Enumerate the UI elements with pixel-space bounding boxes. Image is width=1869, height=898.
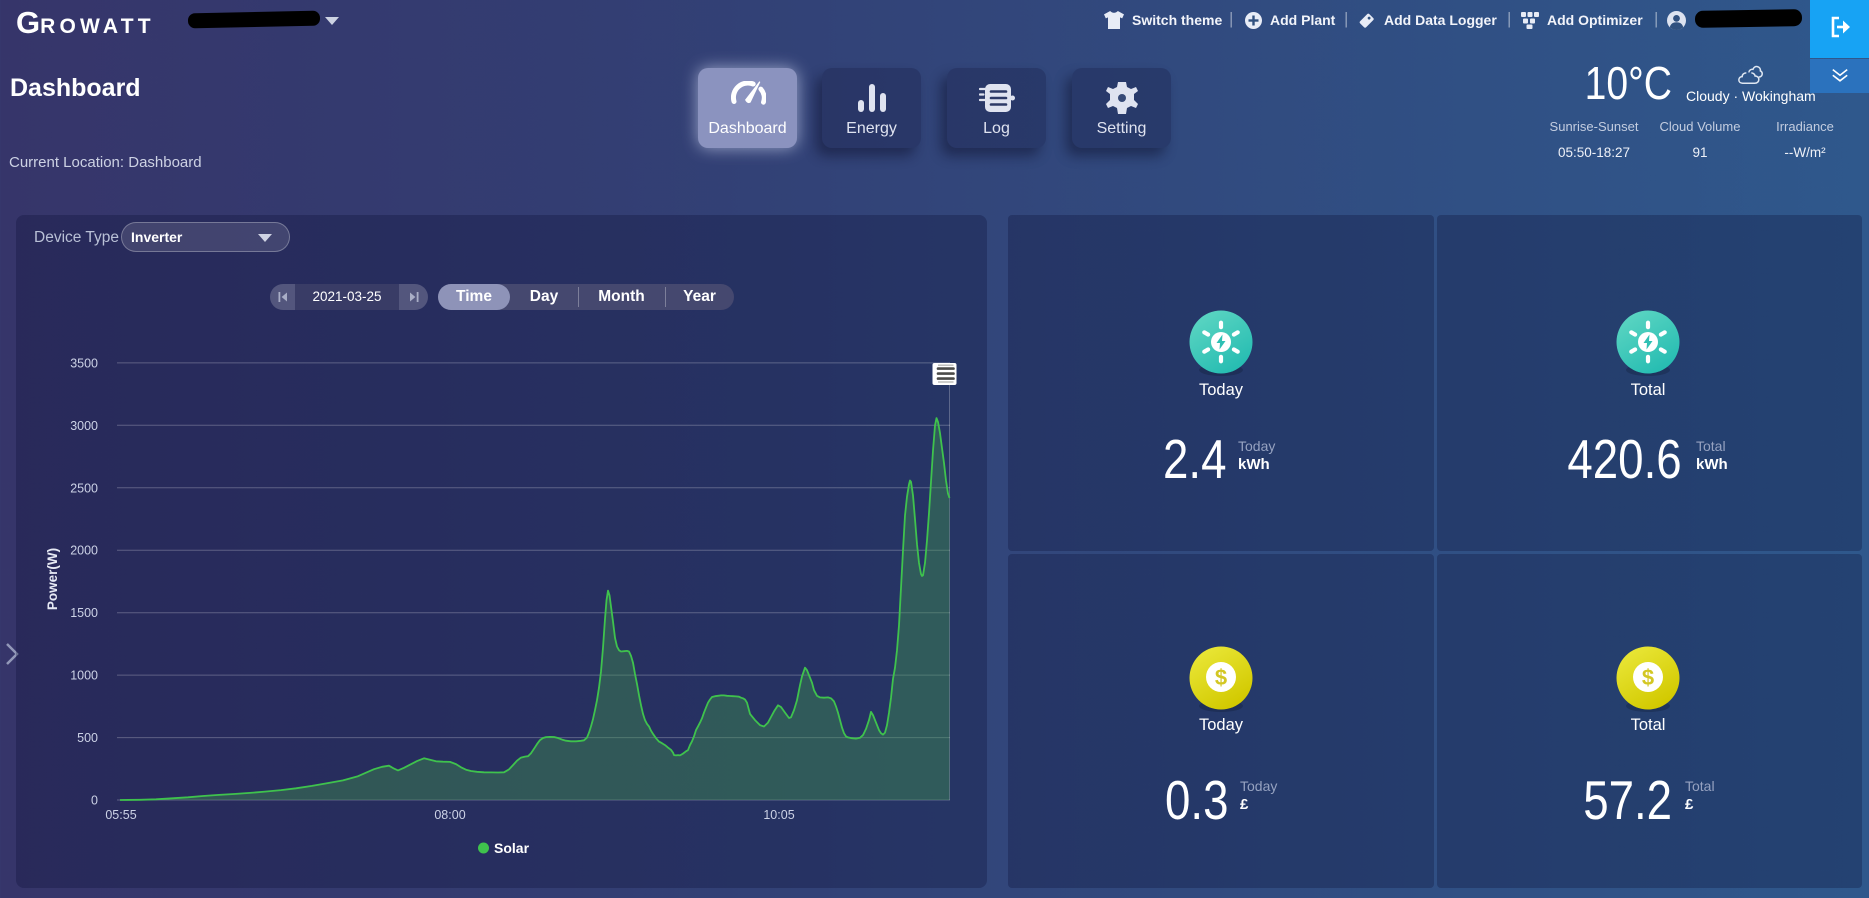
svg-text:Power(W): Power(W) xyxy=(45,548,60,610)
svg-text:1500: 1500 xyxy=(70,606,98,620)
svg-text:05:55: 05:55 xyxy=(105,808,136,822)
svg-text:$: $ xyxy=(1642,665,1654,690)
svg-text:0: 0 xyxy=(91,794,98,808)
svg-text:2500: 2500 xyxy=(70,481,98,495)
svg-text:10:05: 10:05 xyxy=(763,808,794,822)
svg-text:1000: 1000 xyxy=(70,669,98,683)
svg-text:$: $ xyxy=(1215,665,1227,690)
svg-text:Solar: Solar xyxy=(494,840,530,856)
svg-text:3500: 3500 xyxy=(70,356,98,370)
svg-text:500: 500 xyxy=(77,731,98,745)
svg-text:3000: 3000 xyxy=(70,419,98,433)
svg-text:2000: 2000 xyxy=(70,544,98,558)
svg-text:08:00: 08:00 xyxy=(434,808,465,822)
